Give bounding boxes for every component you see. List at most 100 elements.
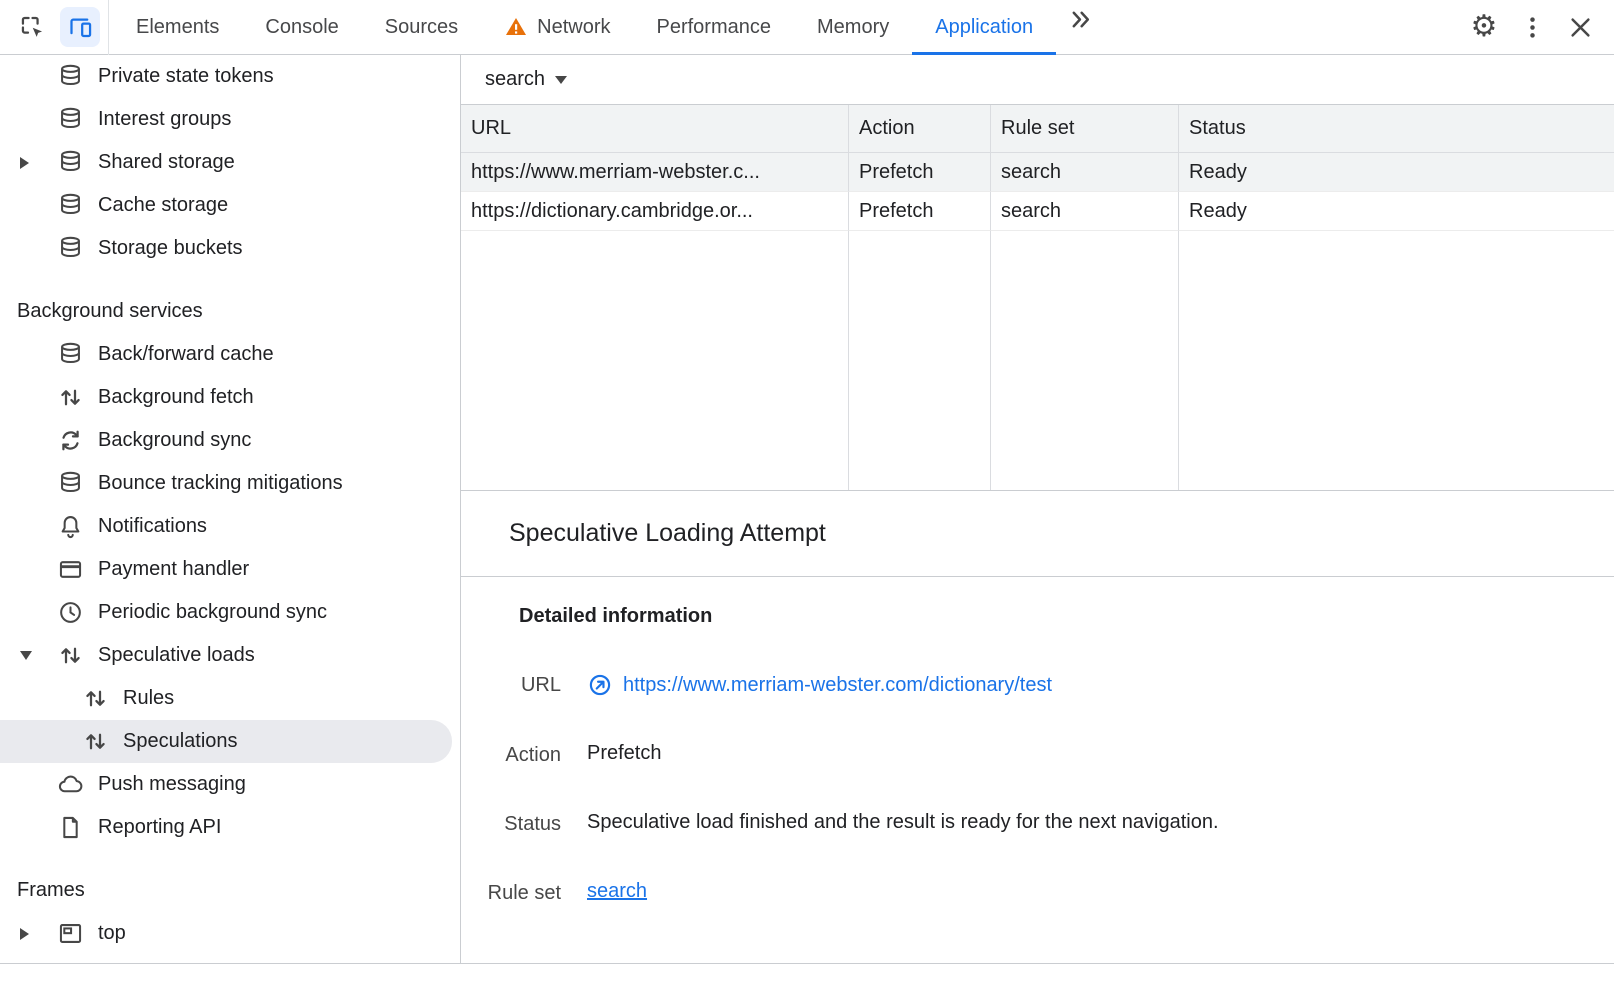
expander-expanded-icon[interactable] <box>20 651 32 660</box>
sync-arrows-icon <box>57 427 84 454</box>
sidebar-item-periodic-background-sync[interactable]: Periodic background sync <box>0 591 460 634</box>
sidebar-item-background-fetch[interactable]: Background fetch <box>0 376 460 419</box>
table-cell-url[interactable]: https://dictionary.cambridge.or... <box>461 192 849 231</box>
sidebar-item-label: Push messaging <box>98 773 246 796</box>
sidebar-item-interest-groups[interactable]: Interest groups <box>0 98 460 141</box>
database-icon <box>57 149 84 176</box>
table-filler <box>991 231 1179 490</box>
warning-icon <box>504 15 528 39</box>
table-cell-rule-set[interactable]: search <box>991 192 1179 231</box>
tab-network[interactable]: Network <box>481 0 633 55</box>
sidebar-item-label: Bounce tracking mitigations <box>98 472 343 495</box>
detail-section-title: Detailed information <box>519 605 1614 628</box>
expander-collapsed-icon[interactable] <box>20 928 29 940</box>
tab-performance[interactable]: Performance <box>634 0 795 55</box>
frame-icon <box>57 920 84 947</box>
sidebar-item-top-frame[interactable]: top <box>0 912 460 955</box>
sidebar-item-label: Background fetch <box>98 386 254 409</box>
up-down-arrows-icon <box>82 685 109 712</box>
table-cell-action[interactable]: Prefetch <box>849 153 991 192</box>
action-label: Action <box>461 742 561 767</box>
tab-sources[interactable]: Sources <box>362 0 481 55</box>
devtools-menu-button[interactable] <box>1512 7 1552 47</box>
sidebar-item-label: Speculative loads <box>98 644 255 667</box>
url-link[interactable]: https://www.merriam-webster.com/dictiona… <box>623 674 1052 697</box>
kebab-menu-icon <box>1519 14 1546 41</box>
clock-icon <box>57 599 84 626</box>
ruleset-filter-dropdown[interactable]: search <box>485 68 567 91</box>
tab-console[interactable]: Console <box>242 0 361 55</box>
device-toolbar-button[interactable] <box>60 7 100 47</box>
tab-label: Console <box>265 16 338 39</box>
table-cell-rule-set[interactable]: search <box>991 153 1179 192</box>
detail-pane-title: Speculative Loading Attempt <box>461 491 1614 577</box>
detail-field-status: Status Speculative load finished and the… <box>461 811 1614 836</box>
toolbar-divider <box>108 0 109 55</box>
sidebar-item-storage-buckets[interactable]: Storage buckets <box>0 227 460 270</box>
sidebar-item-label: Storage buckets <box>98 237 243 260</box>
sidebar-item-reporting-api[interactable]: Reporting API <box>0 806 460 849</box>
ruleset-filter-value: search <box>485 68 545 91</box>
sidebar-item-label: Back/forward cache <box>98 343 274 366</box>
close-devtools-button[interactable] <box>1560 7 1600 47</box>
tab-label: Elements <box>136 16 219 39</box>
more-tabs-button[interactable] <box>1060 0 1100 40</box>
tab-application[interactable]: Application <box>912 0 1056 55</box>
cloud-icon <box>57 771 84 798</box>
table-cell-action[interactable]: Prefetch <box>849 192 991 231</box>
reveal-url-icon[interactable] <box>587 672 613 698</box>
tab-memory[interactable]: Memory <box>794 0 912 55</box>
sidebar-item-private-state-tokens[interactable]: Private state tokens <box>0 55 460 98</box>
expander-collapsed-icon[interactable] <box>20 157 29 169</box>
bell-icon <box>57 513 84 540</box>
sidebar-item-label: Private state tokens <box>98 65 274 88</box>
sidebar-item-shared-storage[interactable]: Shared storage <box>0 141 460 184</box>
settings-button[interactable]: ⚙ <box>1464 7 1504 47</box>
up-down-arrows-icon <box>57 642 84 669</box>
rule-set-link[interactable]: search <box>587 880 647 903</box>
sidebar-item-label: Payment handler <box>98 558 249 581</box>
status-value: Speculative load finished and the result… <box>587 811 1219 834</box>
sidebar-item-label: Interest groups <box>98 108 231 131</box>
table-filler <box>461 231 849 490</box>
application-panel: Private state tokens Interest groups Sha… <box>0 55 1614 963</box>
toolbar-left: Elements Console Sources Network Perform… <box>0 0 1452 54</box>
application-sidebar: Private state tokens Interest groups Sha… <box>0 55 461 963</box>
sidebar-item-label: Speculations <box>123 730 238 753</box>
column-header-rule-set: Rule set <box>991 105 1179 153</box>
gear-icon: ⚙ <box>1471 12 1498 42</box>
sidebar-item-back-forward-cache[interactable]: Back/forward cache <box>0 333 460 376</box>
sidebar-item-background-sync[interactable]: Background sync <box>0 419 460 462</box>
sidebar-item-label: Cache storage <box>98 194 228 217</box>
sidebar-item-bounce-tracking-mitigations[interactable]: Bounce tracking mitigations <box>0 462 460 505</box>
sidebar-item-push-messaging[interactable]: Push messaging <box>0 763 460 806</box>
sidebar-item-label: Notifications <box>98 515 207 538</box>
column-header-action: Action <box>849 105 991 153</box>
table-cell-status[interactable]: Ready <box>1179 153 1614 192</box>
tab-elements[interactable]: Elements <box>113 0 242 55</box>
sidebar-item-rules[interactable]: Rules <box>0 677 460 720</box>
tab-label: Memory <box>817 16 889 39</box>
detail-field-url: URL https://www.merriam-webster.com/dict… <box>461 672 1614 698</box>
sidebar-item-notifications[interactable]: Notifications <box>0 505 460 548</box>
panel-tabs: Elements Console Sources Network Perform… <box>113 0 1104 55</box>
table-cell-url[interactable]: https://www.merriam-webster.c... <box>461 153 849 192</box>
url-label: URL <box>461 672 561 697</box>
table-cell-status[interactable]: Ready <box>1179 192 1614 231</box>
speculations-view: search URL Action Rule set Status https:… <box>461 55 1614 963</box>
sidebar-item-speculative-loads[interactable]: Speculative loads <box>0 634 460 677</box>
tab-label: Network <box>537 16 610 39</box>
detail-field-action: Action Prefetch <box>461 742 1614 767</box>
inspect-element-button[interactable] <box>12 7 52 47</box>
payment-card-icon <box>57 556 84 583</box>
devtools-toolbar: Elements Console Sources Network Perform… <box>0 0 1614 55</box>
speculations-table: URL Action Rule set Status https://www.m… <box>461 105 1614 491</box>
speculations-toolbar: search <box>461 55 1614 105</box>
sidebar-item-speculations[interactable]: Speculations <box>0 720 452 763</box>
sidebar-item-cache-storage[interactable]: Cache storage <box>0 184 460 227</box>
sidebar-item-payment-handler[interactable]: Payment handler <box>0 548 460 591</box>
table-filler <box>1179 231 1614 490</box>
double-chevron-right-icon <box>1067 6 1094 33</box>
document-icon <box>57 814 84 841</box>
sidebar-item-label: Reporting API <box>98 816 221 839</box>
